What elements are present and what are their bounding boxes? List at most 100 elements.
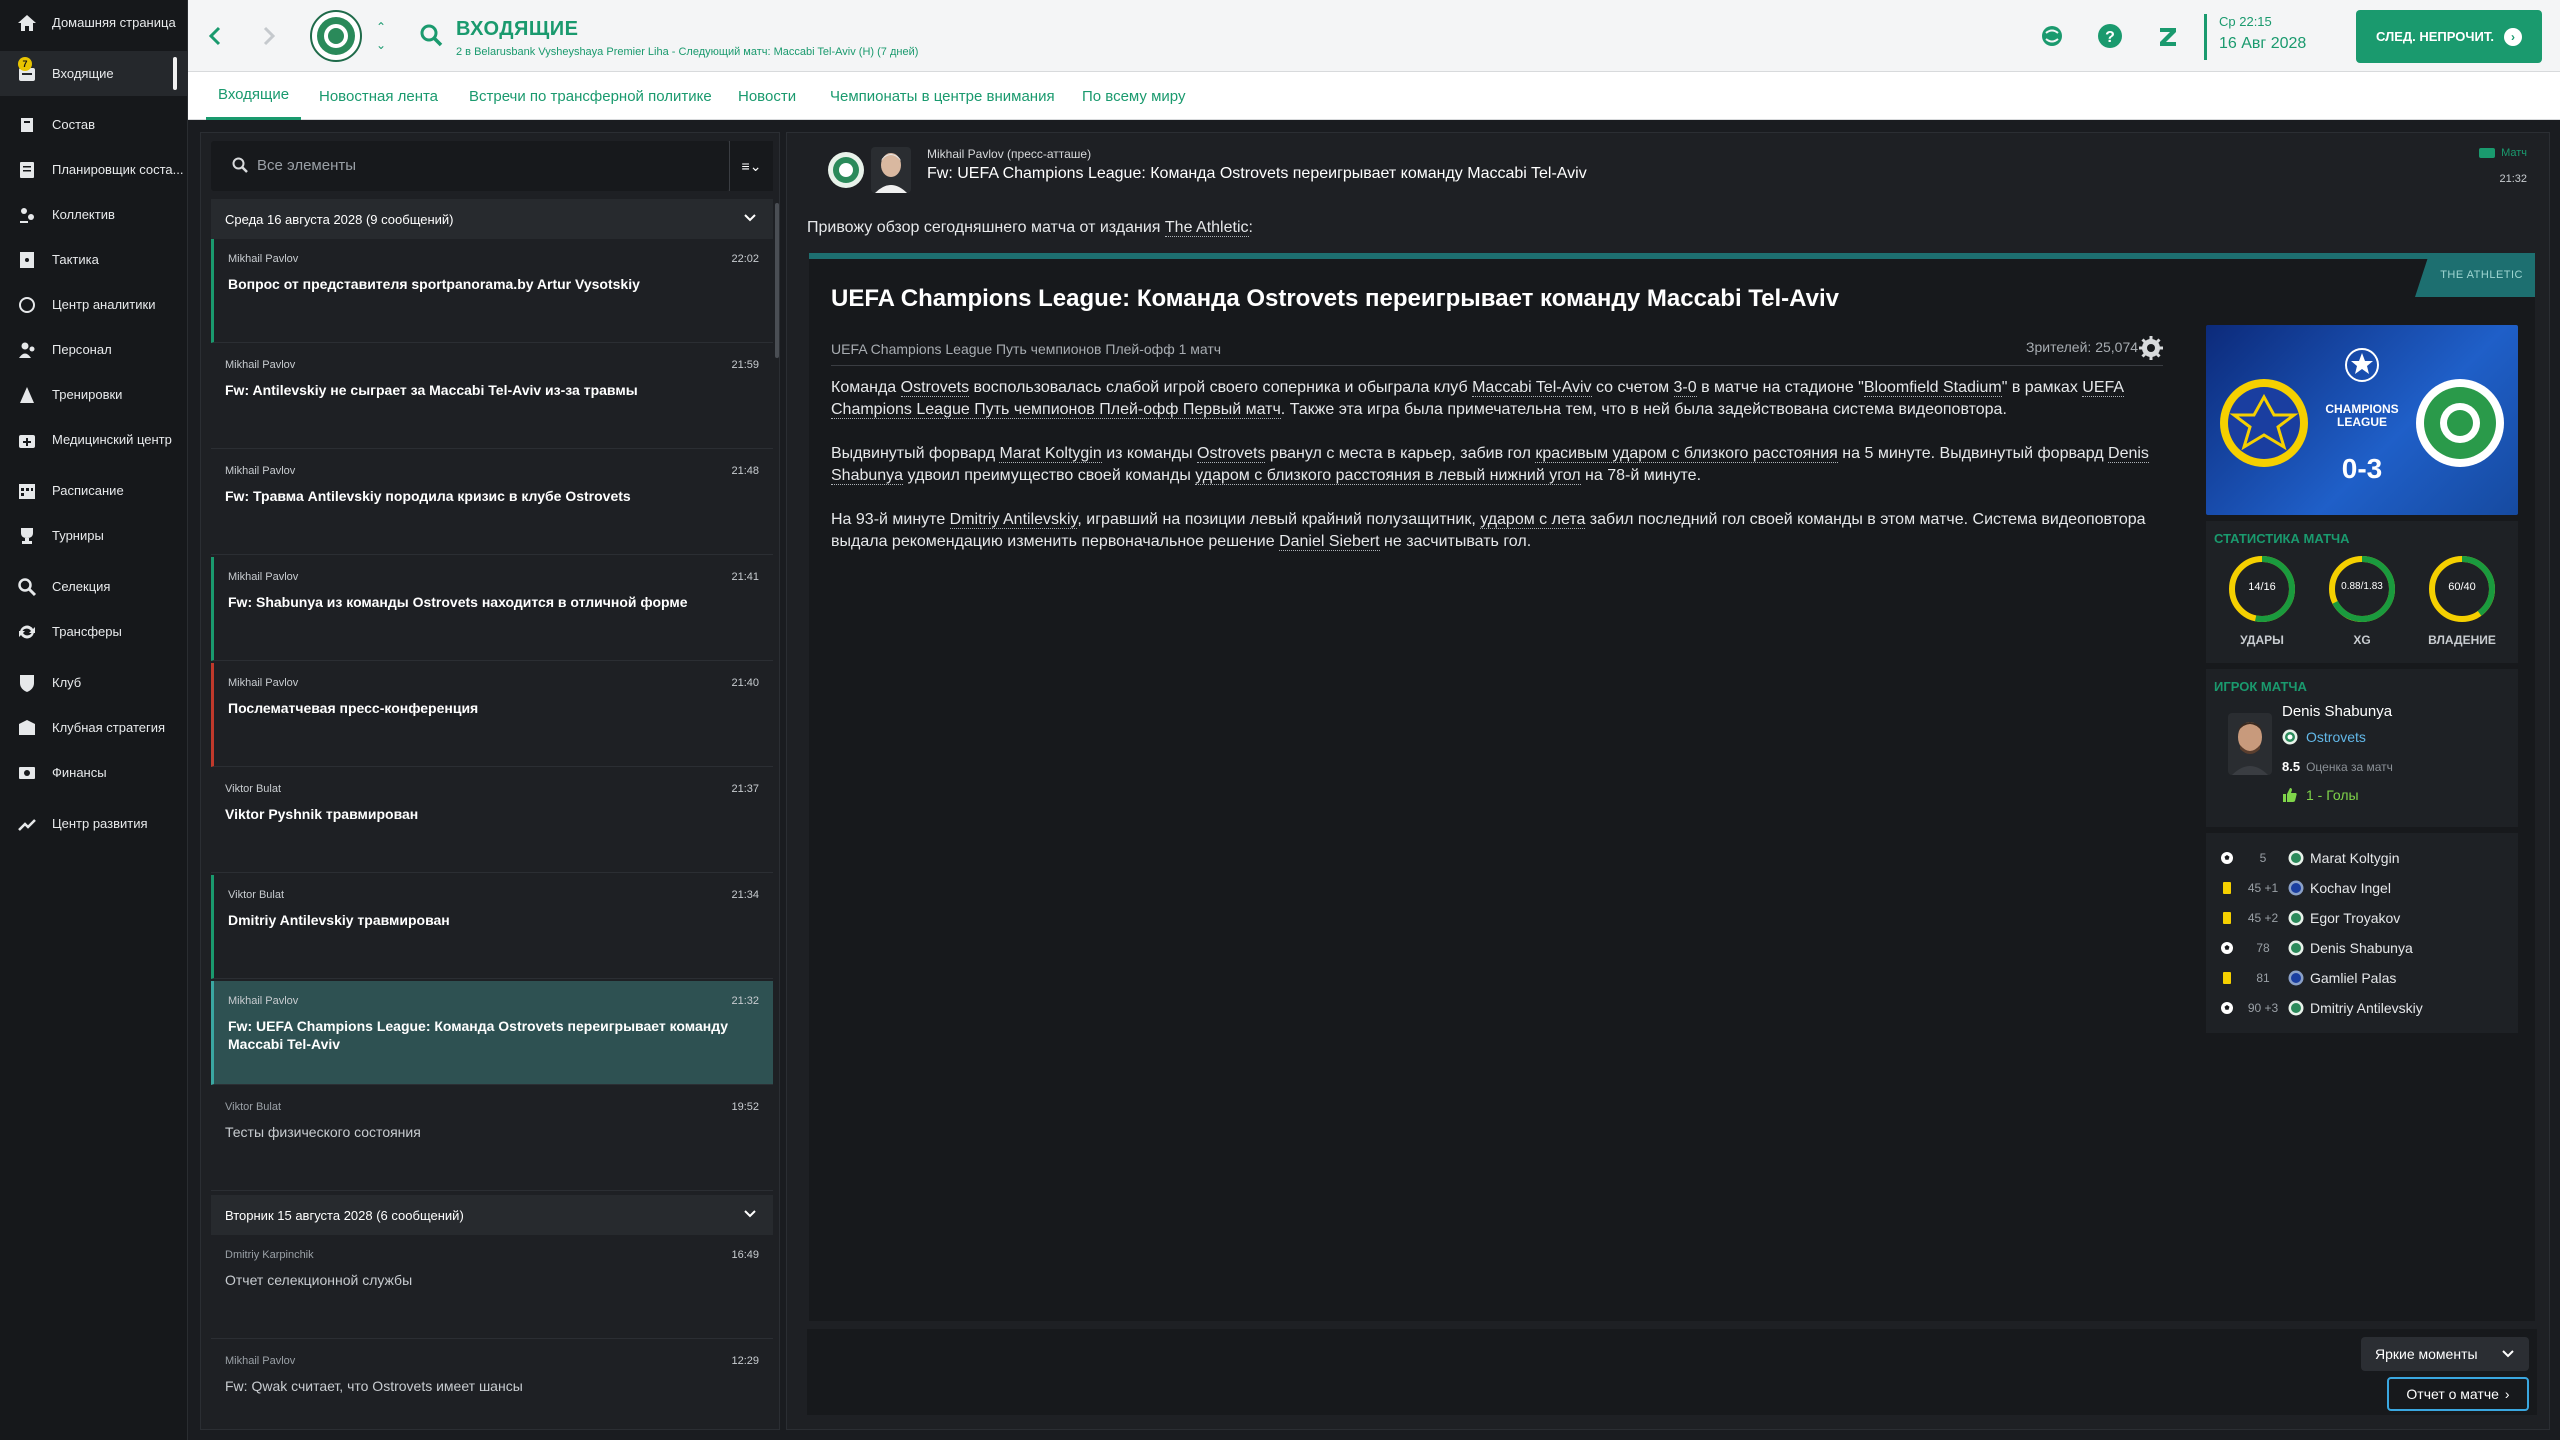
match-report-button[interactable]: Отчет о матче › <box>2387 1377 2529 1411</box>
article-link[interactable]: Dmitriy Antilevskiy <box>949 511 1078 529</box>
message-sender: Mikhail Pavlov <box>225 359 296 371</box>
event-player: Marat Koltygin <box>2310 850 2400 866</box>
message-item[interactable]: Dmitriy Karpinchik 16:49 Отчет селекционно… <box>211 1235 773 1339</box>
date-group-header[interactable]: Среда 16 августа 2028 (9 сообщений) <box>211 199 773 239</box>
match-event[interactable]: 78 Denis Shabunya <box>2206 933 2518 963</box>
club-crest-icon[interactable] <box>310 10 362 62</box>
next-unread-label: СЛЕД. НЕПРОЧИТ. <box>2376 29 2494 44</box>
potm-name[interactable]: Denis Shabunya <box>2282 703 2392 720</box>
next-unread-button[interactable]: СЛЕД. НЕПРОЧИТ. › <box>2356 10 2542 63</box>
article-link[interactable]: красивым ударом с близкого расстояния <box>1535 445 1838 463</box>
message-from: Mikhail Pavlov (пресс-атташе) <box>927 147 1092 161</box>
player-of-the-match-panel[interactable]: ИГРОК МАТЧА Denis Shabunya Ostrovets 8.5… <box>2206 669 2518 827</box>
top-bar: ⌃ ⌄ ВХОДЯЩИЕ 2 в Belarusbank Vysheyshaya … <box>188 0 2560 72</box>
match-event[interactable]: 45 +2 Egor Troyakov <box>2206 903 2518 933</box>
article-link[interactable]: Ostrovets <box>900 379 970 397</box>
potm-rating: 8.5 Оценка за матч <box>2282 759 2393 774</box>
sidebar-item-finances[interactable]: Финансы <box>0 750 187 795</box>
yellow-card-icon <box>2220 911 2234 925</box>
message-item[interactable]: Mikhail Pavlov 12:29 Fw: Qwak считает, что… <box>211 1341 773 1429</box>
sidebar-item-squad-planner[interactable]: Планировщик соста... <box>0 147 187 192</box>
article-link[interactable]: Maccabi Tel-Aviv <box>1472 379 1592 397</box>
highlights-dropdown[interactable]: Яркие моменты <box>2361 1337 2529 1371</box>
sidebar-item-transfers[interactable]: Трансферы <box>0 609 187 654</box>
search-icon <box>232 157 248 173</box>
sidebar-item-schedule[interactable]: Расписание <box>0 468 187 513</box>
help-button[interactable]: ? <box>2094 20 2126 52</box>
list-scrollbar[interactable] <box>775 203 779 358</box>
match-event[interactable]: 90 +3 Dmitriy Antilevskiy <box>2206 993 2518 1023</box>
sidebar-item-home[interactable]: Домашняя страница <box>0 0 187 45</box>
goals-label: 1 - Голы <box>2306 787 2359 803</box>
match-report-label: Отчет о матче <box>2406 1386 2499 1402</box>
match-stats-panel[interactable]: СТАТИСТИКА МАТЧА 14/16 УДАРЫ 0.88/1.83 X… <box>2206 521 2518 663</box>
match-event[interactable]: 45 +1 Kochav Ingel <box>2206 873 2518 903</box>
sidebar-item-squad[interactable]: Состав <box>0 102 187 147</box>
sidebar-item-training[interactable]: Тренировки <box>0 372 187 417</box>
current-date[interactable]: Ср 22:15 16 Авг 2028 <box>2204 14 2306 60</box>
sidebar-item-tactics[interactable]: Тактика <box>0 237 187 282</box>
message-item[interactable]: Viktor Bulat 19:52 Тесты физического состо… <box>211 1087 773 1191</box>
sidebar-item-staff[interactable]: Персонал <box>0 327 187 372</box>
message-item[interactable]: Mikhail Pavlov 21:41 Fw: Shabunya из коман… <box>211 557 773 661</box>
article-link[interactable]: Marat Koltygin <box>999 445 1102 463</box>
chevron-left-icon <box>208 26 221 46</box>
message-item[interactable]: Mikhail Pavlov 21:59 Fw: Antilevskiy не сы… <box>211 345 773 449</box>
sidebar-item-club[interactable]: Клуб <box>0 660 187 705</box>
stadium-icon[interactable] <box>2138 335 2164 361</box>
sidebar-item-competitions[interactable]: Турниры <box>0 513 187 558</box>
article-competition[interactable]: UEFA Champions League Путь чемпионов Пле… <box>831 341 1221 357</box>
event-minute: 78 <box>2256 941 2270 955</box>
forward-button[interactable] <box>254 22 282 50</box>
sidebar-item-label: Тренировки <box>52 387 123 402</box>
tab-news[interactable]: Новости <box>738 72 796 120</box>
club-switch-arrows[interactable]: ⌃ ⌄ <box>376 18 386 54</box>
tab-transfer-meetings[interactable]: Встречи по трансферной политике <box>469 72 712 120</box>
search-input[interactable]: Все элементы <box>211 141 729 191</box>
message-time: 12:29 <box>731 1355 759 1367</box>
tab-news-feed[interactable]: Новостная лента <box>319 72 438 120</box>
group-label: Среда 16 августа 2028 (9 сообщений) <box>225 211 454 227</box>
sidebar-item-scouting[interactable]: Селекция <box>0 564 187 609</box>
tab-around-the-world[interactable]: По всему миру <box>1082 72 1185 120</box>
event-player: Gamliel Palas <box>2310 970 2397 986</box>
date-group-header[interactable]: Вторник 15 августа 2028 (6 сообщений) <box>211 1195 773 1235</box>
fm-logo-button[interactable] <box>2152 20 2184 52</box>
article-link[interactable]: Ostrovets <box>1197 445 1266 463</box>
sidebar-item-club-strategy[interactable]: Клубная стратегия <box>0 705 187 750</box>
article-link[interactable]: Daniel Siebert <box>1279 533 1380 551</box>
back-button[interactable] <box>202 22 230 50</box>
sidebar-item-label: Клубная стратегия <box>52 720 166 735</box>
intro-source-link[interactable]: The Athletic <box>1164 219 1249 237</box>
sidebar-item-analytics[interactable]: Центр аналитики <box>0 282 187 327</box>
article-link[interactable]: 3-0 <box>1673 379 1697 397</box>
message-item[interactable]: Mikhail Pavlov 21:48 Fw: Травма Antilevski… <box>211 451 773 555</box>
match-score-card[interactable]: CHAMPIONS LEAGUE 0-3 <box>2206 325 2518 515</box>
sidebar-item-dynamics[interactable]: Коллектив <box>0 192 187 237</box>
message-subject: Отчет селекционной службы <box>225 1272 413 1288</box>
training-icon <box>16 384 38 406</box>
match-event[interactable]: 81 Gamliel Palas <box>2206 963 2518 993</box>
dynamics-icon <box>16 204 38 226</box>
message-item[interactable]: Mikhail Pavlov 21:40 Послематчевая пресс-к… <box>211 663 773 767</box>
sidebar-item-inbox[interactable]: 7 Входящие <box>0 51 187 96</box>
search-icon[interactable] <box>418 22 444 48</box>
tab-league-spotlight[interactable]: Чемпионаты в центре внимания <box>830 72 1055 120</box>
article-link[interactable]: ударом с лета <box>1480 511 1586 529</box>
message-item[interactable]: Viktor Bulat 21:34 Dmitriy Antilevskiy тра… <box>211 875 773 979</box>
sidebar-item-development[interactable]: Центр развития <box>0 801 187 846</box>
tab-inbox[interactable]: Входящие <box>205 72 302 120</box>
potm-club[interactable]: Ostrovets <box>2282 729 2366 745</box>
article-link[interactable]: ударом с близкого расстояния в левый ниж… <box>1195 467 1581 485</box>
message-item-selected[interactable]: Mikhail Pavlov 21:32 Fw: UEFA Champions Le… <box>211 981 773 1085</box>
message-subject: Fw: Shabunya из команды Ostrovets находи… <box>228 594 688 610</box>
game-status-button[interactable] <box>2036 20 2068 52</box>
sidebar-item-medical[interactable]: Медицинский центр <box>0 417 187 462</box>
match-event[interactable]: 5 Marat Koltygin <box>2206 843 2518 873</box>
score-card-graphic: CHAMPIONS LEAGUE <box>2220 348 2504 467</box>
message-item[interactable]: Mikhail Pavlov 22:02 Вопрос от представите… <box>211 239 773 343</box>
message-item[interactable]: Viktor Bulat 21:37 Viktor Pyshnik травмиро… <box>211 769 773 873</box>
filter-menu-button[interactable]: ≡⌄ <box>729 141 773 191</box>
article-link[interactable]: Bloomfield Stadium <box>1863 379 2002 397</box>
event-minute: 90 +3 <box>2247 1001 2279 1015</box>
